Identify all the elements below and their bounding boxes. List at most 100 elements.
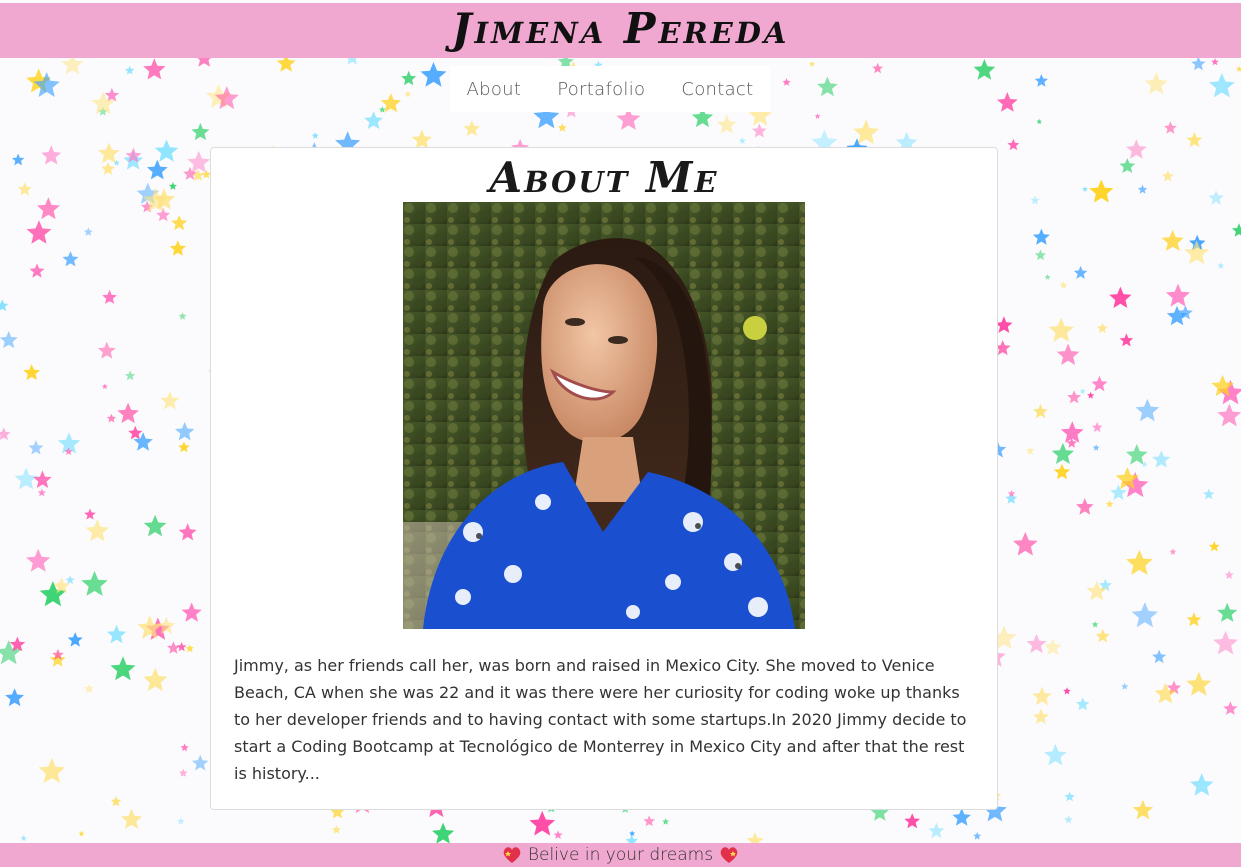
star-confetti — [169, 240, 187, 256]
star-confetti — [1169, 548, 1177, 555]
star-confetti — [179, 768, 188, 777]
star-confetti — [1152, 649, 1167, 664]
star-confetti — [125, 65, 135, 75]
star-confetti — [751, 123, 767, 138]
star-confetti — [1119, 158, 1136, 173]
star-confetti — [20, 835, 27, 841]
star-confetti — [85, 519, 109, 542]
star-confetti — [181, 602, 202, 622]
star-confetti — [1161, 170, 1174, 182]
star-confetti — [26, 548, 51, 572]
star-confetti — [110, 656, 136, 681]
star-confetti — [928, 822, 945, 839]
star-confetti — [26, 220, 52, 244]
star-confetti — [1109, 286, 1132, 308]
star-confetti — [432, 822, 455, 844]
star-confetti — [191, 122, 210, 141]
star-confetti — [1186, 671, 1212, 696]
star-confetti — [1131, 602, 1158, 628]
star-confetti — [192, 754, 209, 771]
star-confetti — [1012, 531, 1038, 556]
star-confetti — [1095, 628, 1110, 643]
star-confetti — [65, 575, 75, 584]
star-confetti — [1208, 541, 1220, 552]
star-confetti — [1186, 132, 1203, 148]
star-confetti — [1073, 265, 1088, 279]
star-confetti — [1132, 799, 1154, 820]
star-confetti — [1044, 638, 1062, 656]
star-confetti — [1048, 317, 1074, 342]
star-confetti — [128, 425, 143, 440]
star-confetti — [1026, 446, 1035, 455]
star-confetti — [0, 299, 9, 312]
star-confetti — [1063, 687, 1071, 695]
star-confetti — [662, 818, 670, 825]
star-confetti — [1064, 815, 1073, 824]
star-confetti — [1053, 463, 1071, 480]
star-confetti — [553, 830, 563, 839]
star-confetti — [17, 182, 32, 196]
star-confetti — [463, 120, 481, 137]
star-confetti — [738, 137, 746, 144]
star-confetti — [1034, 74, 1048, 87]
star-confetti — [106, 413, 117, 423]
star-confetti — [364, 111, 383, 129]
star-confetti — [1213, 630, 1238, 655]
portrait-photo — [403, 202, 805, 629]
star-confetti — [1056, 343, 1080, 365]
star-confetti — [1223, 701, 1238, 715]
star-confetti — [1091, 421, 1103, 432]
star-confetti — [557, 123, 567, 132]
star-confetti — [404, 90, 412, 97]
star-confetti — [1087, 391, 1095, 399]
star-confetti — [411, 129, 432, 149]
star-confetti — [629, 830, 636, 837]
star-confetti — [973, 831, 982, 840]
star-confetti — [782, 78, 791, 86]
star-confetti — [1032, 708, 1049, 724]
star-confetti — [101, 383, 108, 390]
star-confetti — [177, 817, 185, 825]
star-confetti — [401, 70, 417, 86]
sparkling-heart-icon — [503, 847, 521, 863]
star-confetti — [29, 263, 45, 278]
nav-link-portafolio[interactable]: Portafolio — [557, 79, 645, 100]
star-confetti — [420, 62, 447, 87]
star-confetti — [1121, 682, 1129, 690]
star-confetti — [178, 312, 187, 320]
star-confetti — [1034, 249, 1046, 261]
star-confetti — [1076, 498, 1094, 515]
star-confetti — [83, 227, 93, 236]
star-confetti — [11, 153, 25, 166]
star-confetti — [0, 427, 11, 441]
star-confetti — [37, 488, 46, 497]
star-confetti — [1091, 621, 1099, 628]
star-confetti — [904, 813, 921, 829]
star-confetti — [529, 810, 556, 836]
star-confetti — [120, 808, 143, 829]
star-confetti — [180, 743, 189, 752]
star-confetti — [1135, 398, 1160, 422]
star-confetti — [175, 422, 195, 441]
nav-link-about[interactable]: About — [467, 79, 522, 100]
star-confetti — [1119, 333, 1134, 347]
star-confetti — [124, 370, 136, 381]
star-confetti — [156, 207, 171, 222]
star-confetti — [41, 145, 62, 165]
star-confetti — [1091, 375, 1108, 392]
star-confetti — [809, 60, 816, 67]
star-confetti — [1217, 403, 1241, 427]
star-confetti — [1044, 743, 1067, 766]
star-confetti — [33, 470, 52, 488]
star-confetti — [1032, 228, 1050, 245]
star-confetti — [1079, 388, 1086, 395]
star-confetti — [171, 215, 188, 231]
star-confetti — [1105, 500, 1114, 508]
star-confetti — [5, 688, 24, 707]
nav-link-contact[interactable]: Contact — [681, 79, 753, 100]
star-confetti — [1165, 283, 1191, 307]
star-confetti — [1137, 184, 1148, 194]
star-confetti — [1044, 274, 1051, 280]
star-confetti — [1189, 773, 1214, 796]
star-confetti — [178, 441, 190, 453]
